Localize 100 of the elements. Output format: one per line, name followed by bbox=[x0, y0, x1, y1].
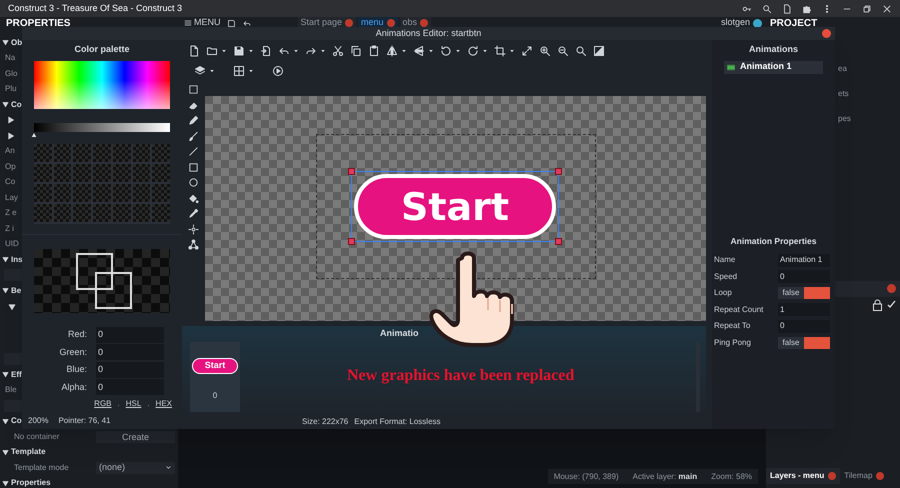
document-icon[interactable] bbox=[782, 4, 792, 14]
resize-handle[interactable] bbox=[555, 238, 562, 245]
eyedropper-icon[interactable] bbox=[188, 208, 199, 219]
zoom-out-icon[interactable] bbox=[557, 45, 569, 57]
color-value-field[interactable]: 0 bbox=[96, 344, 164, 360]
collapse-triangle-icon[interactable] bbox=[2, 480, 9, 487]
avatar-icon[interactable] bbox=[753, 18, 762, 28]
color-value-field[interactable]: 0 bbox=[96, 326, 164, 343]
point-icon[interactable] bbox=[188, 224, 199, 234]
collapse-triangle-icon[interactable] bbox=[2, 418, 9, 425]
color-mode-link[interactable]: HEX bbox=[156, 398, 172, 410]
caret-icon[interactable] bbox=[209, 68, 215, 74]
restore-icon[interactable] bbox=[862, 4, 872, 14]
create-button[interactable]: Create bbox=[96, 430, 175, 443]
zoom-icon[interactable] bbox=[762, 4, 772, 14]
animation-item[interactable]: Animation 1 bbox=[724, 60, 823, 74]
canvas[interactable]: Start bbox=[205, 96, 706, 321]
expand-icon[interactable] bbox=[521, 45, 533, 57]
caret-icon[interactable] bbox=[248, 48, 254, 54]
save-icon[interactable] bbox=[226, 18, 236, 28]
template-mode-dropdown[interactable]: (none) bbox=[96, 462, 175, 474]
caret-icon[interactable] bbox=[320, 48, 326, 54]
zoom-level: Zoom: 58% bbox=[711, 470, 752, 482]
start-sprite[interactable]: Start bbox=[354, 174, 556, 239]
undo-icon[interactable] bbox=[242, 18, 252, 28]
crop-icon[interactable] bbox=[494, 45, 506, 57]
check-icon[interactable] bbox=[887, 300, 896, 309]
clipboard-icon[interactable] bbox=[368, 45, 380, 57]
caret-icon[interactable] bbox=[509, 48, 515, 54]
grid-icon[interactable] bbox=[233, 65, 245, 77]
circle-icon[interactable] bbox=[188, 177, 199, 188]
menu-label[interactable]: MENU bbox=[194, 16, 220, 30]
panel-tab[interactable]: Layers - menu bbox=[766, 468, 840, 484]
menu-icon[interactable] bbox=[184, 19, 192, 27]
color-mode-link[interactable]: RGB bbox=[94, 398, 112, 410]
color-value-field[interactable]: 0 bbox=[96, 379, 164, 396]
caret-icon[interactable] bbox=[248, 68, 254, 74]
layers-icon[interactable] bbox=[194, 65, 206, 77]
project-item[interactable]: ea bbox=[838, 63, 900, 75]
scissors-icon[interactable] bbox=[332, 45, 344, 57]
pencil-icon[interactable] bbox=[188, 115, 199, 126]
flip-vertical-icon[interactable] bbox=[413, 45, 425, 57]
collapse-triangle-icon[interactable] bbox=[2, 256, 9, 264]
collapse-triangle-icon[interactable] bbox=[2, 371, 9, 378]
caret-icon[interactable] bbox=[428, 48, 434, 54]
property-field[interactable]: Animation 1 bbox=[778, 254, 830, 267]
panel-title: Animations bbox=[748, 43, 799, 56]
folder-icon[interactable] bbox=[206, 45, 218, 57]
collapse-triangle-icon[interactable] bbox=[2, 448, 9, 456]
collapse-triangle-icon[interactable] bbox=[2, 101, 9, 108]
rotate-right-icon[interactable] bbox=[467, 45, 479, 57]
collapse-triangle-icon[interactable] bbox=[2, 287, 9, 294]
user-name[interactable]: slotgen bbox=[720, 16, 750, 30]
color-value-field[interactable]: 0 bbox=[96, 362, 164, 378]
color-mode-link[interactable]: HSL bbox=[126, 398, 142, 410]
paint-bucket-icon[interactable] bbox=[188, 192, 199, 204]
mesh-icon[interactable] bbox=[188, 239, 199, 250]
copy-icon[interactable] bbox=[350, 45, 362, 57]
image-icon[interactable] bbox=[593, 45, 605, 57]
animation-frame[interactable]: Start 0 bbox=[190, 342, 240, 412]
resize-handle[interactable] bbox=[348, 238, 355, 245]
caret-icon[interactable] bbox=[293, 48, 299, 54]
swatch-grid[interactable] bbox=[34, 144, 170, 224]
toggle-switch[interactable]: false bbox=[778, 336, 830, 349]
brush-icon[interactable] bbox=[188, 130, 199, 142]
puzzle-icon[interactable] bbox=[802, 4, 812, 14]
caret-icon[interactable] bbox=[455, 48, 461, 54]
section-label: Co bbox=[11, 415, 22, 428]
property-field[interactable]: 0 bbox=[778, 320, 830, 333]
close-icon[interactable] bbox=[822, 29, 831, 38]
export-icon[interactable] bbox=[260, 45, 272, 57]
toggle-switch[interactable]: false bbox=[778, 287, 830, 300]
flip-horizontal-icon[interactable] bbox=[386, 45, 398, 57]
line-icon[interactable] bbox=[188, 146, 199, 157]
lock-icon[interactable] bbox=[872, 298, 883, 310]
color-spectrum[interactable] bbox=[34, 60, 170, 108]
undo-icon[interactable] bbox=[278, 45, 290, 57]
selection-icon[interactable] bbox=[188, 84, 199, 95]
rotate-left-icon[interactable] bbox=[440, 45, 452, 57]
property-label: Repeat To bbox=[714, 320, 752, 332]
caret-icon[interactable] bbox=[401, 48, 407, 54]
caret-icon[interactable] bbox=[482, 48, 488, 54]
close-icon[interactable] bbox=[882, 4, 892, 14]
project-item[interactable]: ets bbox=[838, 88, 900, 100]
redo-icon[interactable] bbox=[305, 45, 317, 57]
property-field[interactable]: 1 bbox=[778, 303, 830, 316]
collapse-triangle-icon[interactable] bbox=[2, 39, 9, 46]
caret-icon[interactable] bbox=[221, 48, 227, 54]
zoom-in-icon[interactable] bbox=[539, 45, 551, 57]
save-icon[interactable] bbox=[233, 45, 245, 57]
section-label: Properties bbox=[11, 477, 51, 488]
new-file-icon[interactable] bbox=[188, 45, 200, 57]
resize-handle[interactable] bbox=[348, 168, 355, 175]
slider-thumb-icon[interactable] bbox=[30, 132, 38, 138]
property-field[interactable]: 0 bbox=[778, 270, 830, 284]
project-item[interactable]: pes bbox=[838, 113, 900, 125]
zoom-icon[interactable] bbox=[575, 45, 587, 57]
rectangle-icon[interactable] bbox=[188, 162, 199, 172]
play-icon[interactable] bbox=[272, 65, 284, 77]
resize-handle[interactable] bbox=[555, 168, 562, 175]
